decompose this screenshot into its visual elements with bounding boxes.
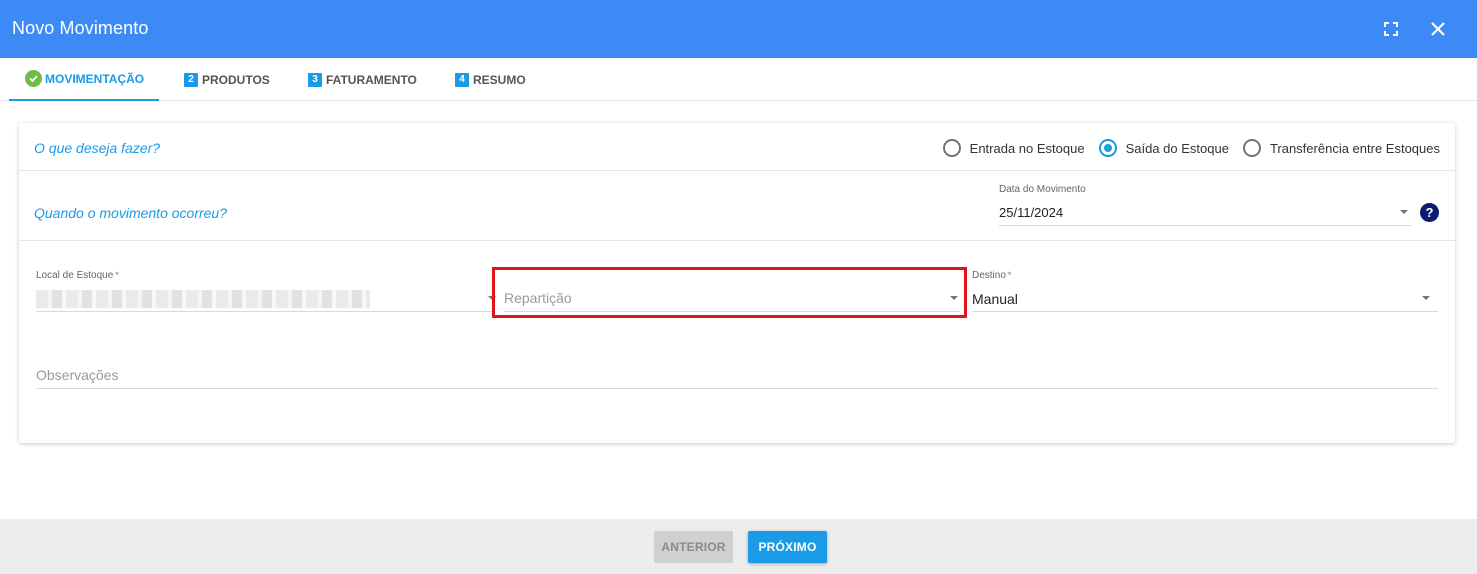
observacoes-placeholder[interactable]: Observações: [36, 367, 118, 383]
tab-label: FATURAMENTO: [326, 72, 417, 87]
step-number-badge: 4: [455, 72, 469, 87]
action-question: O que deseja fazer?: [34, 140, 161, 156]
destino-label: Destino *: [972, 270, 1012, 281]
local-estoque-field[interactable]: Local de Estoque *: [36, 270, 496, 312]
tab-produtos[interactable]: 2 PRODUTOS: [184, 58, 270, 101]
check-circle-icon: [25, 70, 42, 87]
maximize-icon[interactable]: [1378, 16, 1404, 42]
radio-label: Entrada no Estoque: [969, 140, 1085, 156]
radio-circle[interactable]: [942, 139, 961, 157]
chevron-down-icon[interactable]: [1422, 296, 1430, 300]
dialog-titlebar: Novo Movimento: [0, 0, 1477, 58]
dialog-footer: ANTERIOR PRÓXIMO: [0, 519, 1477, 574]
help-icon[interactable]: ?: [1420, 203, 1439, 222]
tab-movimentacao[interactable]: MOVIMENTAÇÃO: [9, 58, 159, 101]
radio-circle-checked[interactable]: [1098, 139, 1117, 157]
radio-label: Saída do Estoque: [1125, 140, 1229, 156]
date-value[interactable]: 25/11/2024: [999, 205, 1063, 220]
new-movement-dialog: Novo Movimento MOVIMENTAÇÃO 2 PRODUTOS 3…: [0, 0, 1477, 574]
destino-field[interactable]: Destino * Manual: [972, 270, 1438, 312]
highlight-box: [492, 267, 967, 318]
movement-type-radio-group: Entrada no Estoque Saída do Estoque Tran…: [929, 139, 1440, 157]
local-estoque-label: Local de Estoque *: [36, 270, 119, 281]
date-field[interactable]: Data do Movimento 25/11/2024: [999, 184, 1412, 226]
radio-label: Transferência entre Estoques: [1269, 140, 1440, 156]
redacted-value: [36, 290, 370, 308]
step-number-badge: 2: [184, 72, 198, 87]
section-divider: [19, 240, 1455, 241]
destino-value[interactable]: Manual: [972, 291, 1018, 307]
when-question: Quando o movimento ocorreu?: [34, 205, 227, 221]
date-label: Data do Movimento: [999, 184, 1086, 195]
radio-saida[interactable]: Saída do Estoque: [1098, 139, 1229, 157]
tab-label: MOVIMENTAÇÃO: [45, 71, 145, 86]
radio-circle[interactable]: [1242, 139, 1261, 157]
dialog-title: Novo Movimento: [12, 18, 149, 38]
tab-faturamento[interactable]: 3 FATURAMENTO: [308, 58, 417, 101]
radio-entrada[interactable]: Entrada no Estoque: [942, 139, 1085, 157]
step-number-badge: 3: [308, 72, 322, 87]
chevron-down-icon[interactable]: [1400, 210, 1408, 214]
previous-button[interactable]: ANTERIOR: [654, 531, 733, 563]
wizard-tabs: MOVIMENTAÇÃO 2 PRODUTOS 3 FATURAMENTO 4 …: [0, 58, 1477, 101]
tab-label: PRODUTOS: [202, 72, 270, 87]
close-icon[interactable]: [1425, 16, 1451, 42]
section-divider: [19, 170, 1455, 171]
tab-label: RESUMO: [473, 72, 526, 87]
radio-transferencia[interactable]: Transferência entre Estoques: [1242, 139, 1440, 157]
tab-resumo[interactable]: 4 RESUMO: [455, 58, 526, 101]
observacoes-field[interactable]: Observações: [36, 360, 1438, 389]
next-button[interactable]: PRÓXIMO: [748, 531, 827, 563]
